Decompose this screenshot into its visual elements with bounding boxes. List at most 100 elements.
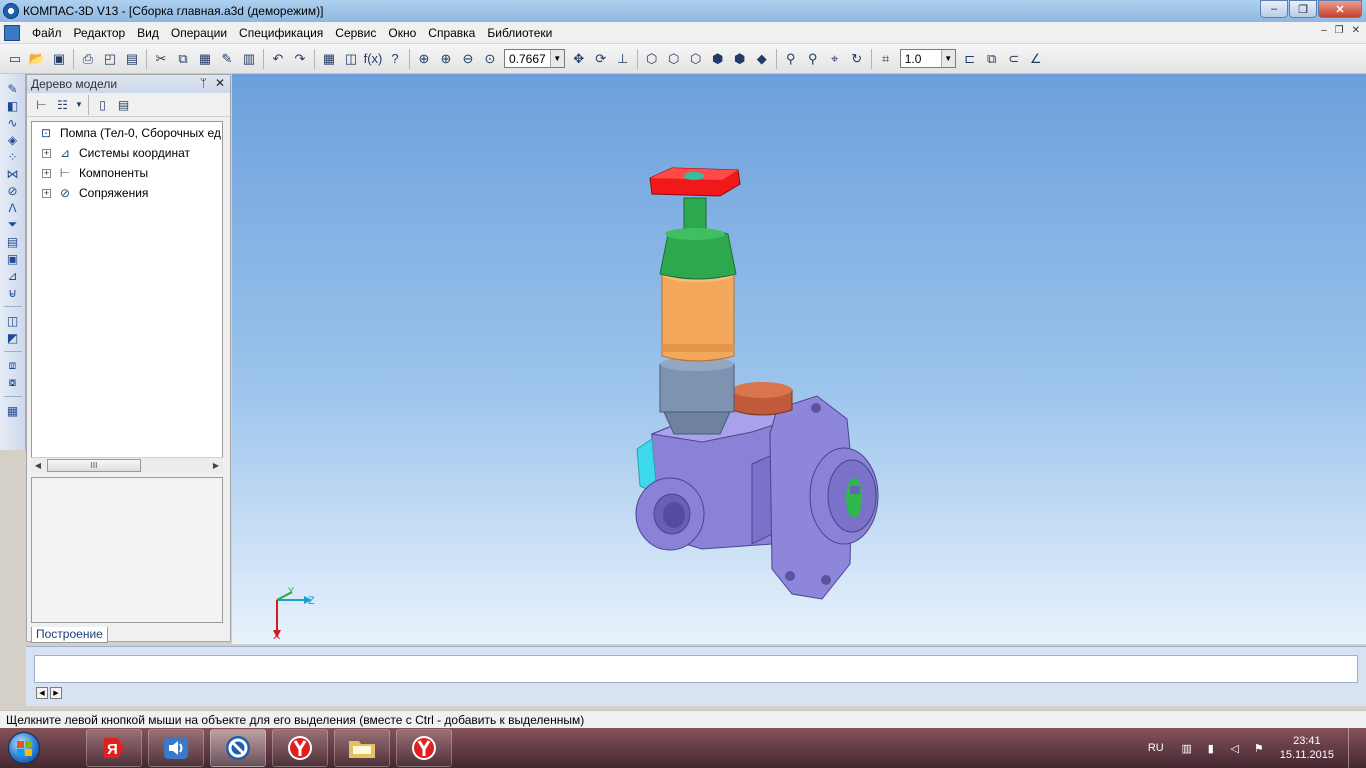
close-button[interactable]: ✕ xyxy=(1318,0,1362,18)
battery-icon[interactable]: ▮ xyxy=(1204,741,1218,755)
chevron-down-icon[interactable]: ▼ xyxy=(75,96,83,113)
surface-icon[interactable]: ◈ xyxy=(4,131,22,148)
scroll-right-icon[interactable]: ▶ xyxy=(209,461,223,470)
format-brush-icon[interactable]: ✎ xyxy=(218,50,236,68)
rebuild-icon[interactable]: ↻ xyxy=(848,50,866,68)
copy-icon[interactable]: ⧉ xyxy=(174,50,192,68)
taskbar-kompas[interactable] xyxy=(210,729,266,767)
zoom-frame-icon[interactable]: ⊕ xyxy=(415,50,433,68)
tree-item-mates[interactable]: + ⊘ Сопряжения xyxy=(42,184,148,202)
valve-stem[interactable] xyxy=(659,197,737,280)
taskbar-volume-app[interactable] xyxy=(148,729,204,767)
filter-objects-icon[interactable]: ⚲ xyxy=(782,50,800,68)
nav-right-icon[interactable]: ▶ xyxy=(50,687,62,699)
selection-filter-icon[interactable]: ⚲ xyxy=(804,50,822,68)
variables-fx-icon[interactable]: f(x) xyxy=(364,50,383,68)
taskbar-explorer[interactable] xyxy=(334,729,390,767)
pin-icon[interactable]: ᛘ xyxy=(200,76,207,90)
print-preview-icon[interactable]: ◰ xyxy=(101,50,119,68)
pan-icon[interactable]: ✥ xyxy=(570,50,588,68)
show-desktop-button[interactable] xyxy=(1348,728,1360,768)
tree-item-coordinate-systems[interactable]: + ⊿ Системы координат xyxy=(42,144,190,162)
halftone-icon[interactable]: ⬢ xyxy=(709,50,727,68)
chevron-down-icon[interactable]: ▼ xyxy=(940,50,955,67)
network-icon[interactable]: ▥ xyxy=(1180,741,1194,755)
cube-icon[interactable]: ◧ xyxy=(4,97,22,114)
flag-icon[interactable]: ⚑ xyxy=(1252,741,1266,755)
manager-icon[interactable]: ▦ xyxy=(320,50,338,68)
halftone-edges-icon[interactable]: ⬢ xyxy=(731,50,749,68)
step-combo[interactable]: 1.0 ▼ xyxy=(899,49,956,68)
handwheel[interactable] xyxy=(649,167,741,197)
minimize-button[interactable]: – xyxy=(1260,0,1288,18)
library-manager-icon[interactable]: ◫ xyxy=(342,50,360,68)
context-help-icon[interactable]: ? xyxy=(386,50,404,68)
flange[interactable] xyxy=(769,395,879,600)
mate-icon[interactable]: ⊘ xyxy=(4,182,22,199)
union-nut[interactable] xyxy=(659,357,735,435)
doc-restore-button[interactable]: ❐ xyxy=(1335,25,1344,36)
expand-icon[interactable]: + xyxy=(42,168,51,178)
menu-file[interactable]: Файл xyxy=(26,26,68,40)
tree-item-components[interactable]: + ⊢ Компоненты xyxy=(42,164,148,182)
view-3d-icon[interactable]: ◫ xyxy=(4,312,22,329)
detach-window-icon[interactable]: ▤ xyxy=(115,96,132,113)
taskbar-yandex-browser-2[interactable] xyxy=(396,729,452,767)
zoom-in-icon[interactable]: ⊕ xyxy=(437,50,455,68)
tab-build[interactable]: Построение xyxy=(31,627,108,643)
menu-view[interactable]: Вид xyxy=(131,26,165,40)
hidden-lines-icon[interactable]: ⬡ xyxy=(665,50,683,68)
tree-root[interactable]: ⊡ Помпа (Тел-0, Сборочных ед xyxy=(38,124,221,142)
menu-specification[interactable]: Спецификация xyxy=(233,26,329,40)
curve-icon[interactable]: ∿ xyxy=(4,114,22,131)
properties-field[interactable] xyxy=(34,655,1358,683)
hidden-lines-thin-icon[interactable]: ⬡ xyxy=(687,50,705,68)
maximize-button[interactable]: ❐ xyxy=(1289,0,1317,18)
expand-icon[interactable]: + xyxy=(42,148,51,158)
print-icon[interactable]: ⎙ xyxy=(79,50,97,68)
perspective-icon[interactable]: ◆ xyxy=(753,50,771,68)
local-cs-icon[interactable]: ⊏ xyxy=(961,50,979,68)
menu-libraries[interactable]: Библиотеки xyxy=(481,26,558,40)
tree-horizontal-scrollbar[interactable]: ◀ III ▶ xyxy=(31,457,223,473)
drain-plug[interactable] xyxy=(731,382,793,416)
document-properties-icon[interactable]: ▥ xyxy=(240,50,258,68)
new-document-icon[interactable]: ▭ xyxy=(6,50,24,68)
dimension-icon[interactable]: Λ xyxy=(4,199,22,216)
undo-icon[interactable]: ↶ xyxy=(269,50,287,68)
layers-icon[interactable]: ⧈ xyxy=(4,357,22,374)
nav-left-icon[interactable]: ◀ xyxy=(36,687,48,699)
model-viewport[interactable]: Z Y X xyxy=(232,74,1366,644)
chevron-down-icon[interactable]: ▼ xyxy=(549,50,564,67)
volume-icon[interactable]: ◁ xyxy=(1228,741,1242,755)
snap-icon[interactable]: ⌖ xyxy=(826,50,844,68)
tree-sort-icon[interactable]: ☷ xyxy=(54,96,71,113)
report-icon[interactable]: ▦ xyxy=(4,402,22,419)
exploded-icon[interactable]: ⧇ xyxy=(4,374,22,391)
spring-housing[interactable] xyxy=(661,266,735,362)
lasso-icon[interactable]: ⊂ xyxy=(1005,50,1023,68)
zoom-out-icon[interactable]: ⊖ xyxy=(459,50,477,68)
zoom-combo[interactable]: 0.7667 ▼ xyxy=(504,49,565,68)
doc-minimize-button[interactable]: – xyxy=(1321,25,1327,36)
show-detail-icon[interactable]: ▯ xyxy=(94,96,111,113)
expand-icon[interactable]: + xyxy=(42,188,51,198)
scroll-left-icon[interactable]: ◀ xyxy=(31,461,45,470)
properties-icon[interactable]: ▤ xyxy=(123,50,141,68)
model-canvas[interactable]: Z Y X xyxy=(232,74,1366,644)
sheet-metal-icon[interactable]: ⊌ xyxy=(4,284,22,301)
spec-icon[interactable]: ▤ xyxy=(4,233,22,250)
diagnostic-icon[interactable]: ⊿ xyxy=(4,267,22,284)
zoom-scale-icon[interactable]: ⊙ xyxy=(481,50,499,68)
array-icon[interactable]: ⁘ xyxy=(4,148,22,165)
orientation-icon[interactable]: ⊥ xyxy=(614,50,632,68)
section-icon[interactable]: ◩ xyxy=(4,329,22,346)
save-icon[interactable]: ▣ xyxy=(50,50,68,68)
redo-icon[interactable]: ↷ xyxy=(291,50,309,68)
notation-icon[interactable]: ▣ xyxy=(4,250,22,267)
rotate-icon[interactable]: ⟳ xyxy=(592,50,610,68)
copy-objects-icon[interactable]: ⧉ xyxy=(983,50,1001,68)
menu-editor[interactable]: Редактор xyxy=(68,26,132,40)
tree-structure-icon[interactable]: ⊢ xyxy=(33,96,50,113)
grid-step-icon[interactable]: ⌗ xyxy=(877,50,895,68)
